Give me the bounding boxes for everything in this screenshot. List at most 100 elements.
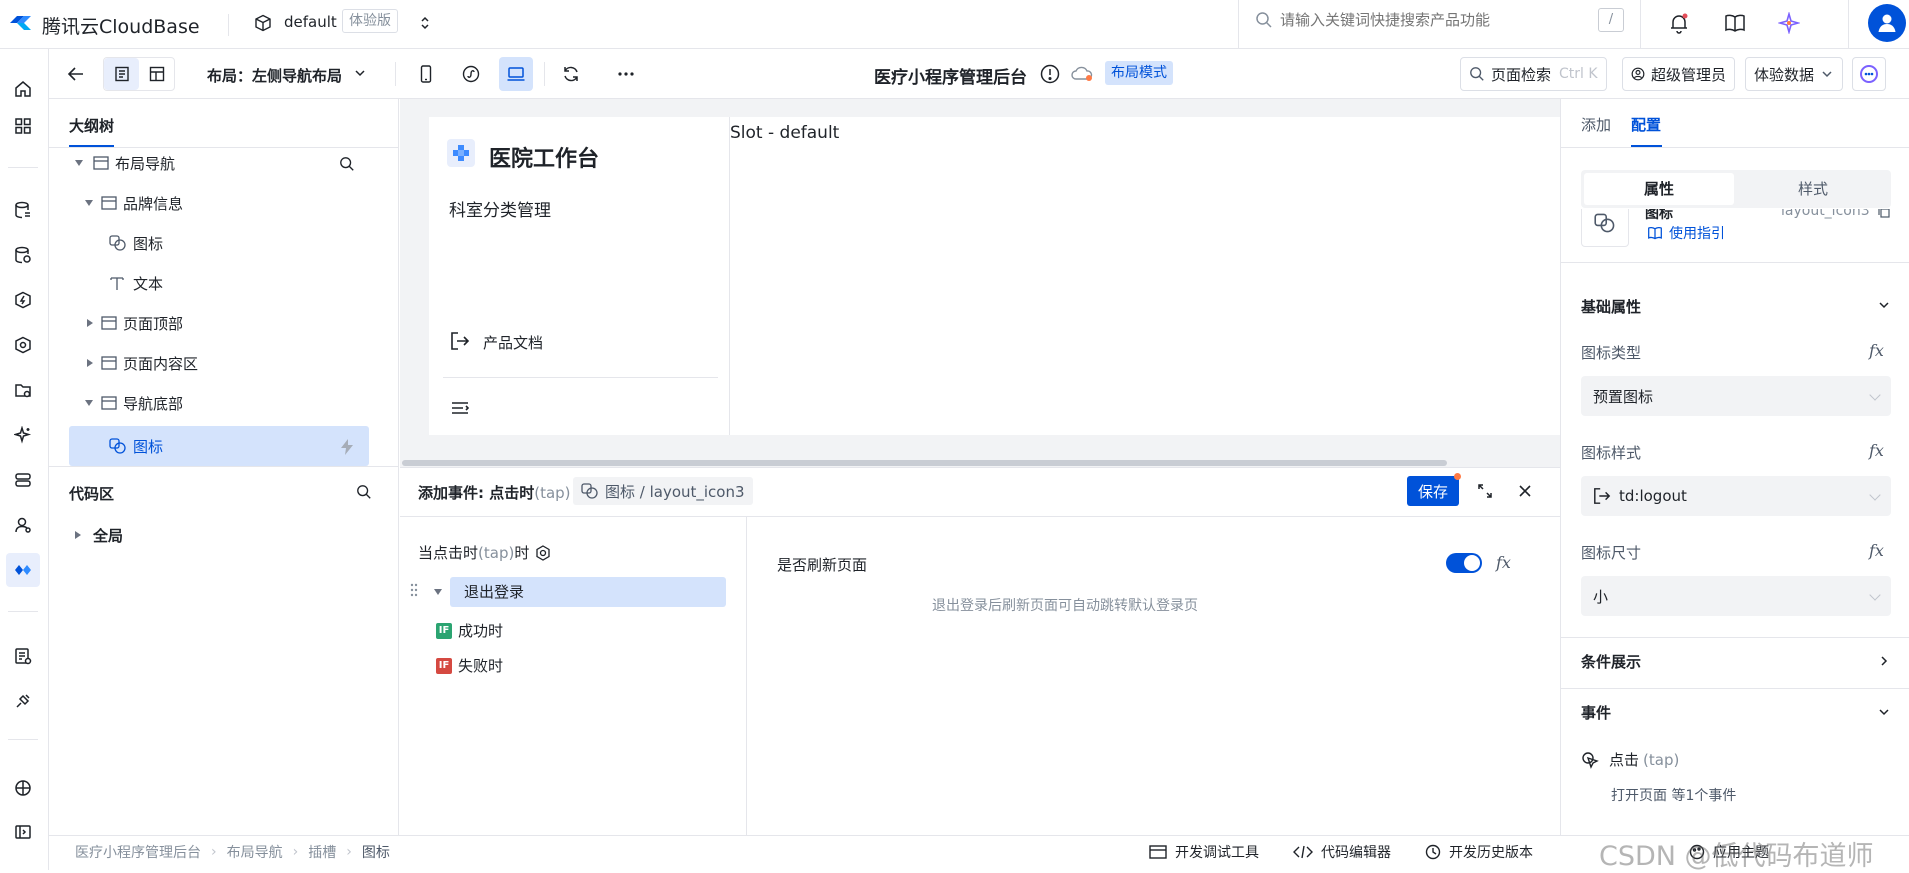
outline-tab[interactable]: 大纲树 [69, 115, 114, 136]
tree-item-brand-info[interactable]: 品牌信息 [85, 184, 395, 222]
app-theme-button[interactable]: 应用主题 [1689, 842, 1769, 862]
action-logout-item[interactable]: 退出登录 [450, 577, 726, 607]
icon-style-select[interactable]: td:logout [1581, 476, 1891, 516]
settings-icon[interactable] [535, 544, 551, 561]
cloud-function-icon[interactable] [6, 283, 40, 317]
fx-binding-icon[interactable]: fx [1869, 341, 1884, 360]
condition-section[interactable]: 条件展示 [1581, 651, 1641, 672]
icon-size-select[interactable]: 小 [1581, 576, 1891, 616]
desktop-device-icon[interactable] [499, 57, 533, 91]
code-search-icon[interactable] [353, 481, 375, 503]
code-editor-button[interactable]: 代码编辑器 [1293, 842, 1391, 862]
lightning-event-icon[interactable] [337, 437, 357, 457]
docs-book-icon[interactable] [1720, 8, 1750, 38]
event-section[interactable]: 事件 [1581, 702, 1611, 723]
preview-menu-item[interactable]: 科室分类管理 [449, 196, 551, 221]
database-icon[interactable] [6, 193, 40, 227]
page-search-button[interactable]: 页面检索 Ctrl K [1460, 57, 1607, 91]
chevron-down-icon[interactable] [353, 66, 367, 80]
caret-down-icon[interactable] [85, 200, 93, 206]
collapse-rail-icon[interactable] [6, 815, 40, 849]
fx-binding-icon[interactable]: fx [1869, 441, 1884, 460]
storage-folder-icon[interactable] [6, 373, 40, 407]
env-name[interactable]: default [284, 13, 337, 31]
event-summary[interactable]: 打开页面 等1个事件 [1611, 785, 1736, 805]
dev-tools-button[interactable]: 开发调试工具 [1149, 842, 1259, 862]
notification-bell-icon[interactable] [1664, 8, 1694, 38]
outline-search-icon[interactable] [337, 154, 357, 174]
tree-item-selected-icon[interactable]: 图标 [109, 427, 369, 465]
drag-handle-icon[interactable] [408, 581, 420, 599]
caret-down-icon[interactable] [75, 160, 83, 166]
subtab-properties[interactable]: 属性 [1584, 173, 1734, 205]
refresh-icon[interactable] [554, 57, 588, 91]
branch-success[interactable]: IF 成功时 [436, 620, 503, 641]
chevron-down-icon[interactable] [1877, 705, 1891, 719]
breadcrumb-item[interactable]: 图标 [362, 842, 390, 862]
subtab-styles[interactable]: 样式 [1738, 173, 1888, 205]
apps-grid-icon[interactable] [6, 109, 40, 143]
caret-down-icon[interactable] [434, 589, 442, 595]
data-model-icon[interactable] [6, 238, 40, 272]
save-button[interactable]: 保存 [1407, 476, 1459, 506]
preview-sidebar[interactable]: 医院工作台 科室分类管理 产品文档 [429, 117, 730, 435]
event-item-tap[interactable]: 点击 (tap) [1581, 749, 1679, 770]
caret-right-icon[interactable] [87, 319, 93, 327]
cloud-sync-icon[interactable] [1070, 64, 1094, 84]
back-arrow-icon[interactable] [59, 57, 93, 91]
refresh-toggle[interactable] [1446, 553, 1482, 573]
user-avatar[interactable] [1868, 4, 1906, 42]
horizontal-scrollbar-track[interactable] [400, 459, 1560, 467]
menu-collapse-icon[interactable] [449, 398, 471, 418]
code-item-global[interactable]: 全局 [75, 516, 385, 554]
icon-type-select[interactable]: 预置图标 [1581, 376, 1891, 416]
tree-item-icon[interactable]: 图标 [109, 224, 419, 262]
page-view-icon[interactable] [104, 58, 139, 90]
workflow-icon[interactable] [6, 328, 40, 362]
horizontal-scrollbar-thumb[interactable] [402, 460, 1447, 466]
tab-add[interactable]: 添加 [1581, 114, 1611, 135]
logout-icon[interactable] [449, 330, 471, 352]
tab-config[interactable]: 配置 [1631, 114, 1661, 135]
env-switch-icon[interactable] [416, 12, 434, 34]
mobile-device-icon[interactable] [409, 57, 443, 91]
tree-item-page-content[interactable]: 页面内容区 [85, 344, 395, 382]
tree-item-nav-bottom[interactable]: 导航底部 [85, 384, 395, 422]
tree-item-layout-nav[interactable]: 布局导航 [69, 144, 379, 182]
history-button[interactable]: 开发历史版本 [1425, 842, 1533, 862]
ai-assistant-icon[interactable] [1774, 8, 1804, 38]
miniprogram-icon[interactable] [454, 57, 488, 91]
layout-select-value[interactable]: 左侧导航布局 [252, 65, 342, 86]
breadcrumb-item[interactable]: 医疗小程序管理后台 [75, 842, 201, 862]
info-icon[interactable] [1039, 63, 1061, 85]
branch-fail[interactable]: IF 失败时 [436, 655, 503, 676]
brand-title[interactable]: 腾讯云CloudBase [42, 12, 200, 39]
caret-down-icon[interactable] [85, 400, 93, 406]
admin-role-button[interactable]: 超级管理员 [1622, 57, 1735, 91]
layout-view-icon[interactable] [139, 58, 174, 90]
preview-doc-link[interactable]: 产品文档 [483, 332, 543, 353]
usage-guide-link[interactable]: 使用指引 [1647, 223, 1725, 243]
expand-icon[interactable] [1474, 480, 1496, 502]
ai-chat-button[interactable] [1852, 57, 1886, 91]
tree-item-text[interactable]: 文本 [109, 264, 419, 302]
breadcrumb-item[interactable]: 布局导航 [227, 842, 283, 862]
plugin-icon[interactable] [6, 684, 40, 718]
home-icon[interactable] [6, 72, 40, 106]
logs-icon[interactable] [6, 639, 40, 673]
user-permission-icon[interactable] [6, 508, 40, 542]
app-builder-icon[interactable] [6, 553, 40, 587]
fx-binding-icon[interactable]: fx [1496, 553, 1511, 572]
more-ellipsis-icon[interactable] [609, 57, 643, 91]
tree-item-page-top[interactable]: 页面顶部 [85, 304, 395, 342]
component-path-chip[interactable]: 图标 / layout_icon3 [573, 477, 753, 505]
global-search-input[interactable] [1280, 8, 1580, 32]
ai-sparkle-icon[interactable] [6, 418, 40, 452]
settings-cube-icon[interactable] [6, 771, 40, 805]
fx-binding-icon[interactable]: fx [1869, 541, 1884, 560]
integration-icon[interactable] [6, 463, 40, 497]
data-source-select[interactable]: 体验数据 [1745, 57, 1843, 91]
caret-right-icon[interactable] [75, 531, 81, 539]
basic-props-section[interactable]: 基础属性 [1581, 296, 1641, 317]
copy-icon[interactable] [1877, 209, 1891, 219]
